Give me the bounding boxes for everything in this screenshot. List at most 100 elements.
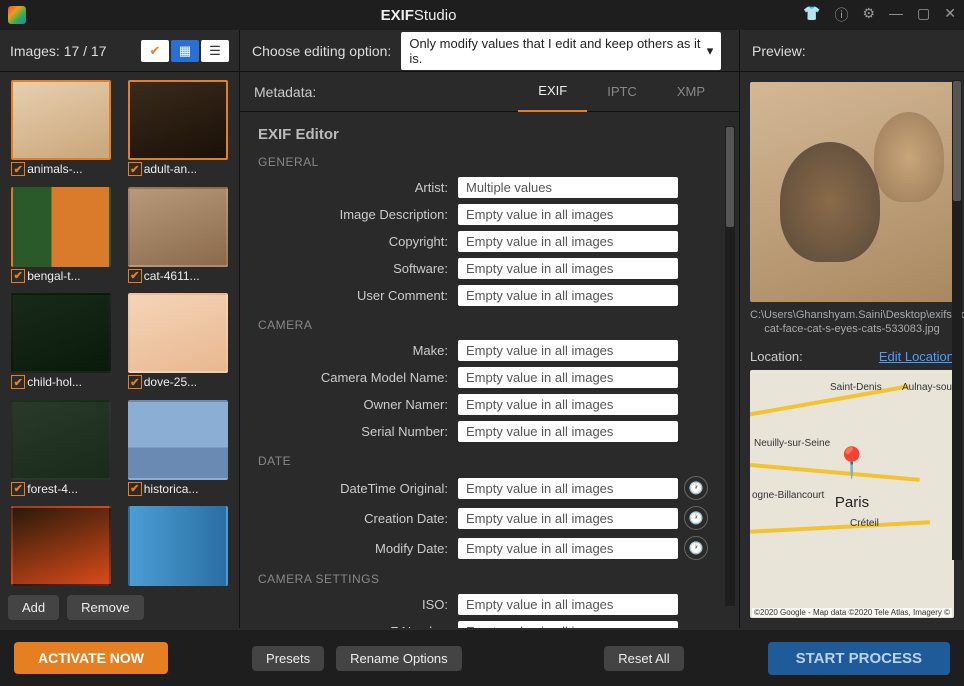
field-input[interactable]: Empty value in all images bbox=[458, 394, 678, 415]
field-label: F Number bbox=[258, 624, 458, 628]
thumbnail-label: dove-25... bbox=[144, 375, 228, 389]
preview-image bbox=[750, 82, 954, 302]
thumbnail-label: cat-4611... bbox=[144, 269, 228, 283]
field-input[interactable]: Empty value in all images bbox=[458, 204, 678, 225]
field-label: Creation Date: bbox=[258, 511, 458, 526]
thumbnail[interactable] bbox=[128, 506, 228, 586]
field-label: Serial Number: bbox=[258, 424, 458, 439]
thumbnail-checkbox[interactable]: ✔ bbox=[11, 162, 25, 176]
location-label: Location: bbox=[750, 349, 803, 364]
tab-xmp[interactable]: XMP bbox=[657, 72, 725, 112]
section-title: GENERAL bbox=[258, 155, 721, 169]
thumbnail[interactable] bbox=[128, 293, 228, 373]
thumbnail[interactable] bbox=[11, 400, 111, 480]
maximize-icon[interactable]: ▢ bbox=[917, 5, 930, 25]
gear-icon[interactable]: ⚙ bbox=[862, 5, 875, 25]
thumbnail-label: bengal-t... bbox=[27, 269, 111, 283]
titlebar: EXIFStudio 👕 ⓘ ⚙ — ▢ ✕ bbox=[0, 0, 964, 30]
field-input[interactable]: Multiple values bbox=[458, 177, 678, 198]
thumbnail-checkbox[interactable]: ✔ bbox=[128, 162, 142, 176]
tab-exif[interactable]: EXIF bbox=[518, 72, 587, 112]
field-label: Make: bbox=[258, 343, 458, 358]
chevron-down-icon: ▾ bbox=[707, 43, 714, 59]
field-input[interactable]: Empty value in all images bbox=[458, 478, 678, 499]
thumbnail-checkbox[interactable]: ✔ bbox=[128, 269, 142, 283]
thumbnail[interactable] bbox=[11, 80, 111, 160]
field-input[interactable]: Empty value in all images bbox=[458, 231, 678, 252]
thumbnail[interactable] bbox=[11, 506, 111, 586]
metadata-label: Metadata: bbox=[254, 84, 518, 100]
field-label: Copyright: bbox=[258, 234, 458, 249]
app-logo-icon bbox=[8, 6, 26, 24]
field-input[interactable]: Empty value in all images bbox=[458, 285, 678, 306]
field-input[interactable]: Empty value in all images bbox=[458, 508, 678, 529]
select-all-toggle[interactable]: ✔ bbox=[141, 40, 169, 62]
minimize-icon[interactable]: — bbox=[889, 5, 903, 25]
thumbnail-checkbox[interactable]: ✔ bbox=[11, 269, 25, 283]
list-view-button[interactable]: ☰ bbox=[201, 40, 229, 62]
location-map[interactable]: Saint-Denis Aulnay-sou Neuilly-sur-Seine… bbox=[750, 370, 954, 618]
info-icon[interactable]: ⓘ bbox=[834, 5, 848, 25]
thumbnail-checkbox[interactable]: ✔ bbox=[128, 482, 142, 496]
section-title: CAMERA SETTINGS bbox=[258, 572, 721, 586]
shirt-icon[interactable]: 👕 bbox=[803, 5, 820, 25]
field-label: ISO: bbox=[258, 597, 458, 612]
activate-now-button[interactable]: ACTIVATE NOW bbox=[14, 642, 168, 674]
editor-scrollbar[interactable] bbox=[725, 126, 735, 606]
thumbnail-checkbox[interactable]: ✔ bbox=[11, 482, 25, 496]
thumbnail[interactable] bbox=[128, 400, 228, 480]
close-icon[interactable]: ✕ bbox=[944, 5, 956, 25]
add-button[interactable]: Add bbox=[8, 595, 59, 620]
edit-option-value: Only modify values that I edit and keep … bbox=[409, 36, 706, 66]
field-input[interactable]: Empty value in all images bbox=[458, 594, 678, 615]
reset-all-button[interactable]: Reset All bbox=[604, 646, 683, 671]
field-label: Owner Namer: bbox=[258, 397, 458, 412]
thumbnail-checkbox[interactable]: ✔ bbox=[128, 375, 142, 389]
thumbnail[interactable] bbox=[11, 293, 111, 373]
thumbnail-label: adult-an... bbox=[144, 162, 228, 176]
map-attribution: ©2020 Google - Map data ©2020 Tele Atlas… bbox=[752, 608, 952, 617]
thumbnail[interactable] bbox=[11, 187, 111, 267]
app-title: EXIFStudio bbox=[34, 7, 803, 24]
grid-view-button[interactable]: ▦ bbox=[171, 40, 199, 62]
edit-option-dropdown[interactable]: Only modify values that I edit and keep … bbox=[401, 32, 721, 70]
section-title: DATE bbox=[258, 454, 721, 468]
clock-icon[interactable]: 🕐 bbox=[684, 536, 708, 560]
preview-panel: C:\Users\Ghanshyam.Saini\Desktop\exifstu… bbox=[740, 72, 964, 628]
clock-icon[interactable]: 🕐 bbox=[684, 506, 708, 530]
thumbnail[interactable] bbox=[128, 80, 228, 160]
edit-location-link[interactable]: Edit Location bbox=[879, 349, 954, 364]
field-input[interactable]: Empty value in all images bbox=[458, 258, 678, 279]
edit-option-label: Choose editing option: bbox=[252, 43, 391, 59]
field-input[interactable]: Empty value in all images bbox=[458, 621, 678, 628]
field-label: User Comment: bbox=[258, 288, 458, 303]
remove-button[interactable]: Remove bbox=[67, 595, 143, 620]
thumbnail-label: forest-4... bbox=[27, 482, 111, 496]
field-input[interactable]: Empty value in all images bbox=[458, 340, 678, 361]
tab-iptc[interactable]: IPTC bbox=[587, 72, 657, 112]
images-count: Images: 17 / 17 bbox=[10, 43, 141, 59]
presets-button[interactable]: Presets bbox=[252, 646, 324, 671]
thumbnail[interactable] bbox=[128, 187, 228, 267]
field-input[interactable]: Empty value in all images bbox=[458, 421, 678, 442]
thumbnail-label: animals-... bbox=[27, 162, 111, 176]
thumbnail-checkbox[interactable]: ✔ bbox=[11, 375, 25, 389]
start-process-button[interactable]: START PROCESS bbox=[768, 642, 950, 675]
thumbnail-scrollbar[interactable] bbox=[952, 80, 962, 560]
rename-options-button[interactable]: Rename Options bbox=[336, 646, 462, 671]
thumbnail-panel: ✔animals-...✔adult-an...✔bengal-t...✔cat… bbox=[0, 72, 240, 628]
bottom-bar: ACTIVATE NOW Presets Rename Options Rese… bbox=[0, 630, 964, 686]
topbar: Images: 17 / 17 ✔ ▦ ☰ Choose editing opt… bbox=[0, 30, 964, 72]
field-label: Software: bbox=[258, 261, 458, 276]
field-label: Image Description: bbox=[258, 207, 458, 222]
field-label: Camera Model Name: bbox=[258, 370, 458, 385]
preview-label: Preview: bbox=[740, 30, 964, 71]
field-label: Modify Date: bbox=[258, 541, 458, 556]
field-input[interactable]: Empty value in all images bbox=[458, 367, 678, 388]
editor-title: EXIF Editor bbox=[258, 126, 721, 143]
preview-path: C:\Users\Ghanshyam.Saini\Desktop\exifstu… bbox=[750, 308, 954, 337]
thumbnail-label: child-hol... bbox=[27, 375, 111, 389]
clock-icon[interactable]: 🕐 bbox=[684, 476, 708, 500]
field-input[interactable]: Empty value in all images bbox=[458, 538, 678, 559]
editor-panel: Metadata: EXIF IPTC XMP EXIF Editor GENE… bbox=[240, 72, 740, 628]
